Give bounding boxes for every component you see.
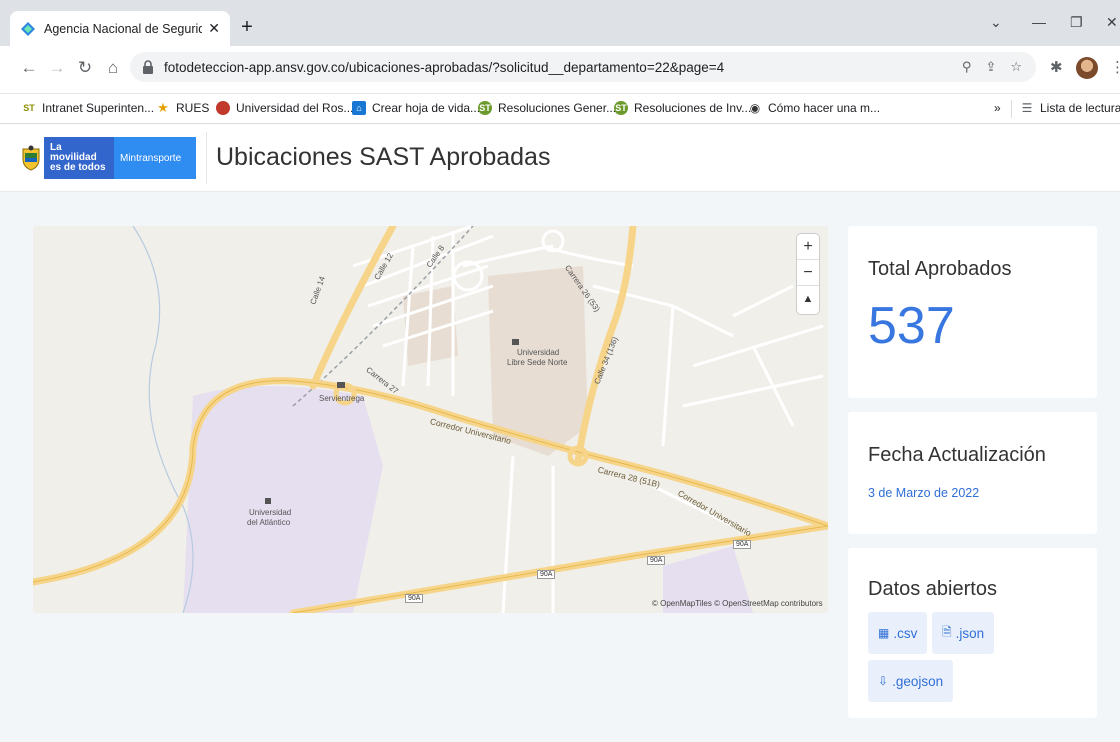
bookmarks-bar: ST Intranet Superinten... ★ RUES Univers…	[0, 94, 1120, 124]
map-label: Universidad	[249, 508, 292, 517]
tab-title: Agencia Nacional de Seguridad \	[44, 21, 203, 36]
bookmark-label: Cómo hacer una m...	[768, 101, 881, 115]
json-label: .json	[955, 625, 985, 641]
restore-icon[interactable]: ❐	[1070, 14, 1083, 31]
reading-list-label: Lista de lectura	[1040, 101, 1120, 115]
zoom-icon[interactable]: ⚲	[962, 59, 972, 75]
st-icon: ST	[614, 101, 628, 115]
crest-icon	[216, 101, 230, 115]
bookmark-label: Resoluciones de Inv...	[634, 101, 752, 115]
file-code-icon: 🗎	[942, 624, 952, 639]
fecha-value: 3 de Marzo de 2022	[868, 486, 980, 500]
bookmark-item[interactable]: ◉ Cómo hacer una m...	[748, 101, 880, 115]
map-attribution[interactable]: © OpenMapTiles © OpenStreetMap contribut…	[652, 599, 823, 608]
bookmark-item[interactable]: ⌂ Crear hoja de vida...	[352, 101, 480, 115]
browser-tab-bar: Agencia Nacional de Seguridad \ ✕ + ⌄ — …	[0, 0, 1120, 46]
zoom-in-button[interactable]: +	[797, 234, 819, 260]
close-window-icon[interactable]: ✕	[1106, 14, 1118, 31]
site-favicon-icon	[20, 21, 36, 37]
st-icon: ST	[23, 103, 35, 113]
bookmark-label: Resoluciones Gener...	[498, 101, 617, 115]
bookmark-item[interactable]: ★ RUES	[156, 100, 210, 115]
download-geojson-button[interactable]: ⇩ .geojson	[868, 660, 954, 702]
datos-card: Datos abiertos ▦ .csv 🗎 .json ⇩ .geojson	[848, 548, 1097, 718]
logo-ministry: Mintransporte	[114, 137, 196, 179]
extensions-icon[interactable]: ✱	[1050, 58, 1063, 76]
datos-title: Datos abiertos	[868, 578, 997, 600]
bookmark-label: Intranet Superinten...	[42, 101, 155, 115]
address-bar[interactable]: fotodeteccion-app.ansv.gov.co/ubicacione…	[130, 52, 1036, 82]
bookmark-label: RUES	[176, 101, 210, 115]
page-title: Ubicaciones SAST Aprobadas	[216, 143, 551, 171]
fecha-title: Fecha Actualización	[868, 444, 1046, 466]
route-shield: 90A	[733, 540, 752, 549]
coat-of-arms-icon	[18, 137, 44, 179]
map-view[interactable]: Calle 14 Calle 12 Calle 8 Carrera 26 (53…	[33, 226, 828, 613]
map-controls: + − ▲	[797, 234, 819, 314]
bookmark-item[interactable]: ST Resoluciones Gener...	[478, 101, 616, 115]
bookmark-item[interactable]: Universidad del Ros...	[216, 101, 353, 115]
zoom-out-button[interactable]: −	[797, 260, 819, 286]
new-tab-button[interactable]: +	[235, 16, 259, 40]
site-logo[interactable]: La movilidad es de todos Mintransporte	[18, 137, 196, 179]
total-card: Total Aprobados 537	[848, 226, 1097, 398]
download-json-button[interactable]: 🗎 .json	[932, 612, 995, 654]
more-bookmarks-button[interactable]: »	[994, 101, 1001, 115]
browser-tab[interactable]: Agencia Nacional de Seguridad \ ✕	[10, 11, 230, 46]
map-label: del Atlántico	[247, 518, 291, 527]
star-icon: ★	[157, 100, 169, 115]
total-title: Total Aprobados	[868, 258, 1012, 280]
geojson-label: .geojson	[892, 673, 944, 689]
more-bookmarks-label: »	[994, 101, 1001, 115]
bookmark-label: Crear hoja de vida...	[372, 101, 481, 115]
table-icon: ▦	[878, 626, 890, 640]
route-shield: 90A	[405, 594, 424, 603]
bookmark-item[interactable]: ST Intranet Superinten...	[22, 101, 154, 115]
bookmark-label: Universidad del Ros...	[236, 101, 354, 115]
lock-icon	[143, 60, 153, 74]
site-header: La movilidad es de todos Mintransporte U…	[0, 124, 1120, 192]
browser-toolbar: ← → ↻ ⌂ fotodeteccion-app.ansv.gov.co/ub…	[0, 46, 1120, 94]
csv-label: .csv	[893, 625, 918, 641]
map-label: Servientrega	[319, 394, 365, 403]
map-label: Universidad	[517, 348, 560, 357]
tab-search-chevron-icon[interactable]: ⌄	[990, 14, 1002, 31]
bookmark-star-icon[interactable]: ☆	[1010, 59, 1022, 75]
logo-slogan-line2: es de todos	[50, 162, 106, 173]
logo-slogan: La movilidad es de todos	[44, 137, 114, 179]
bookmark-item[interactable]: ST Resoluciones de Inv...	[614, 101, 751, 115]
download-csv-button[interactable]: ▦ .csv	[868, 612, 928, 654]
share-icon[interactable]: ⇪	[985, 59, 996, 75]
back-icon[interactable]: ←	[18, 58, 40, 78]
fecha-card: Fecha Actualización 3 de Marzo de 2022	[848, 412, 1097, 534]
menu-icon[interactable]: ⋮	[1110, 58, 1120, 76]
bookmark-separator	[1011, 100, 1012, 118]
route-shield: 90A	[647, 556, 666, 565]
profile-avatar[interactable]	[1076, 57, 1098, 79]
home-icon[interactable]: ⌂	[102, 58, 124, 78]
logo-slogan-line1: La movilidad	[50, 142, 97, 163]
tab-close-icon[interactable]: ✕	[208, 20, 220, 37]
minimize-icon[interactable]: —	[1032, 14, 1046, 30]
eye-icon: ◉	[749, 101, 761, 115]
compass-button[interactable]: ▲	[797, 286, 819, 312]
map-pin-icon: ⇩	[878, 674, 889, 688]
forward-icon[interactable]: →	[46, 58, 68, 78]
map-label: Libre Sede Norte	[507, 358, 568, 367]
st-icon: ST	[478, 101, 492, 115]
page: La movilidad es de todos Mintransporte U…	[0, 124, 1120, 742]
route-shield: 90A	[537, 570, 556, 579]
url-text: fotodeteccion-app.ansv.gov.co/ubicacione…	[164, 59, 725, 75]
reading-list-button[interactable]: ☰ Lista de lectura	[1020, 101, 1120, 115]
header-divider	[206, 132, 207, 184]
reload-icon[interactable]: ↻	[74, 58, 96, 78]
reading-list-icon: ☰	[1021, 101, 1033, 115]
total-value: 537	[868, 297, 955, 355]
home-bookmark-icon: ⌂	[352, 101, 366, 115]
